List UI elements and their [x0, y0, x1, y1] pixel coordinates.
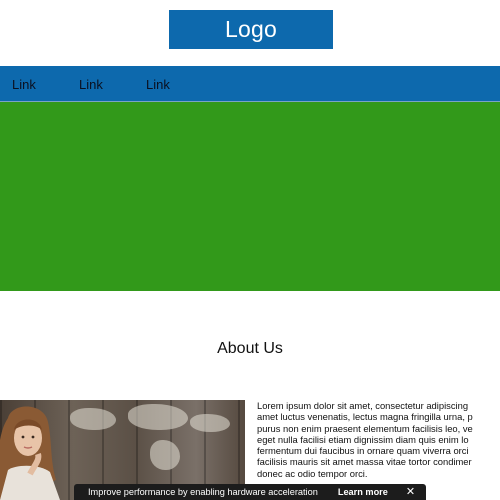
about-heading: About Us [217, 340, 283, 357]
nav-link-3[interactable]: Link [146, 66, 170, 102]
toast-message: Improve performance by enabling hardware… [88, 487, 318, 497]
logo[interactable]: Logo [169, 10, 333, 49]
paragraph-line: Lorem ipsum dolor sit amet, consectetur … [257, 400, 469, 411]
map-continent-shape [150, 440, 180, 470]
nav-link-2[interactable]: Link [79, 66, 103, 102]
paragraph-line: eget nulla facilisi etiam dignissim diam… [257, 433, 469, 445]
header: Logo [0, 0, 500, 66]
hardware-acceleration-toast: Improve performance by enabling hardware… [74, 484, 426, 500]
map-continent-shape [128, 404, 188, 430]
paragraph-line: amet luctus venenatis, lectus magna frin… [257, 411, 473, 423]
learn-more-link[interactable]: Learn more [338, 487, 388, 497]
hero-banner [0, 102, 500, 291]
person-figure [0, 406, 60, 500]
paragraph-line: facilisis mauris sit amet massa vitae to… [257, 456, 472, 468]
close-icon[interactable]: ✕ [406, 486, 415, 498]
paragraph-line: fermentum dui faucibus in ornare quam vi… [257, 445, 469, 457]
paragraph-line: purus non enim praesent elementum facili… [257, 422, 473, 434]
navbar: Link Link Link [0, 66, 500, 102]
nav-link-1[interactable]: Link [12, 66, 36, 102]
map-continent-shape [190, 414, 230, 432]
map-continent-shape [70, 408, 116, 430]
about-paragraph: Lorem ipsum dolor sit amet, consectetur … [257, 400, 500, 488]
paragraph-line: donec ac odio tempor orci. [257, 467, 368, 479]
